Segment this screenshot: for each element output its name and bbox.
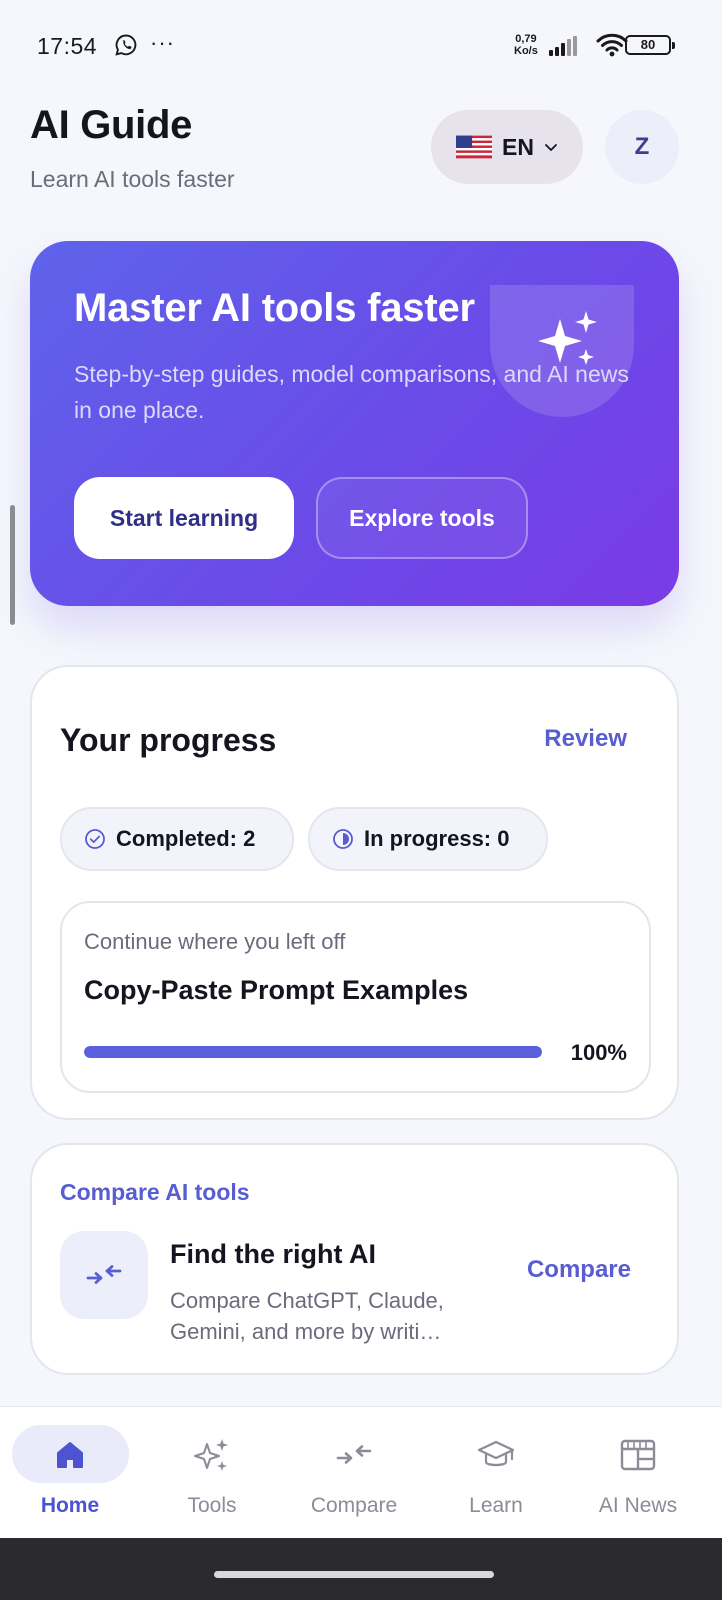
battery-icon: 80 [625, 35, 675, 55]
bottom-nav: Home Tools Compare Learn AI News [0, 1406, 722, 1538]
lesson-progress-bar [84, 1046, 542, 1058]
language-code: EN [502, 133, 534, 160]
nav-ai-news-label: AI News [598, 1494, 678, 1517]
progress-card: Your progress Review Completed: 2 In pro… [30, 665, 679, 1120]
compare-description: Compare ChatGPT, Claude, Gemini, and mor… [170, 1288, 444, 1344]
wifi-icon [596, 33, 628, 57]
continue-label: Continue where you left off [84, 929, 346, 954]
compare-eyebrow: Compare AI tools [60, 1179, 250, 1205]
continue-lesson-card[interactable]: Continue where you left off Copy-Paste P… [60, 901, 651, 1093]
hero-title: Master AI tools faster [74, 286, 475, 330]
completed-chip: Completed: 2 [60, 807, 294, 871]
compare-title: Find the right AI [170, 1239, 376, 1269]
more-notifications: ··· [150, 30, 175, 55]
lesson-title: Copy-Paste Prompt Examples [84, 975, 469, 1005]
chevron-down-icon [545, 144, 557, 151]
app-screen: 17:54 ··· 0,79 Ko/s 80 AI Guide Learn AI… [0, 0, 722, 1600]
language-selector[interactable]: EN [431, 110, 583, 184]
app-subtitle: Learn AI tools faster [30, 166, 235, 192]
hero-description: Step-by-step guides, model comparisons, … [74, 361, 629, 423]
status-time: 17:54 [37, 33, 98, 59]
us-flag-icon [456, 135, 493, 159]
nav-home[interactable]: Home [0, 1407, 140, 1539]
compare-tile [60, 1231, 148, 1319]
compare-button[interactable]: Compare [527, 1256, 631, 1284]
graduation-cap-icon [477, 1440, 515, 1467]
avatar[interactable]: Z [605, 110, 679, 184]
check-circle-icon [85, 829, 105, 849]
nav-learn-label: Learn [469, 1494, 523, 1517]
status-bar: 17:54 ··· 0,79 Ko/s 80 [0, 0, 722, 90]
hero-banner: Master AI tools faster Step-by-step guid… [30, 241, 679, 606]
nav-tools-label: Tools [187, 1494, 237, 1517]
compare-arrows-icon [336, 1445, 372, 1464]
progress-title: Your progress [60, 722, 277, 758]
explore-tools-button[interactable]: Explore tools [316, 477, 528, 559]
in-progress-chip: In progress: 0 [308, 807, 548, 871]
nav-ai-news[interactable]: AI News [568, 1407, 708, 1539]
completed-count: Completed: 2 [116, 826, 256, 851]
newspaper-icon [620, 1439, 656, 1471]
scroll-indicator[interactable] [10, 505, 15, 625]
in-progress-count: In progress: 0 [364, 826, 510, 851]
lesson-progress-fill [84, 1046, 542, 1058]
network-speed: 0,79 Ko/s [514, 33, 538, 57]
lesson-progress-percent: 100% [570, 1040, 627, 1065]
review-link[interactable]: Review [544, 725, 627, 753]
nav-compare-label: Compare [310, 1494, 398, 1517]
nav-home-label: Home [40, 1494, 100, 1517]
half-circle-icon [333, 829, 353, 849]
compare-arrows-icon [86, 1265, 122, 1284]
nav-compare[interactable]: Compare [284, 1407, 424, 1539]
system-nav-bar [0, 1538, 722, 1600]
home-gesture-handle[interactable] [214, 1571, 494, 1578]
compare-card[interactable]: Compare AI tools Find the right AI Compa… [30, 1143, 679, 1375]
nav-learn[interactable]: Learn [426, 1407, 566, 1539]
whatsapp-icon [115, 34, 137, 56]
nav-tools[interactable]: Tools [142, 1407, 282, 1539]
start-learning-button[interactable]: Start learning [74, 477, 294, 559]
sparkles-icon [194, 1439, 228, 1471]
app-title: AI Guide [30, 103, 193, 147]
home-icon [57, 1442, 83, 1468]
signal-icon [549, 36, 577, 56]
